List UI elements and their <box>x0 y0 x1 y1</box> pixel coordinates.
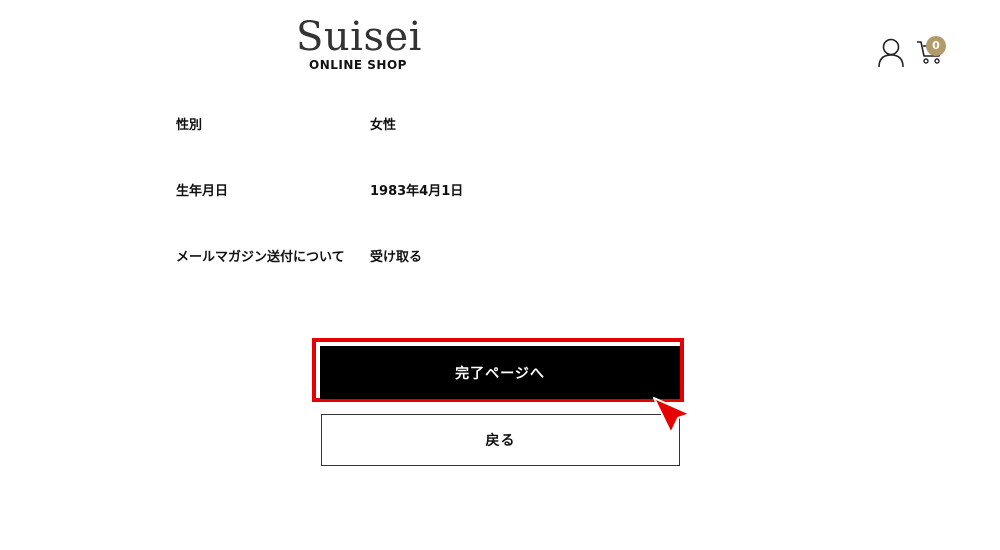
cart-count-badge: 0 <box>926 36 946 56</box>
user-icon[interactable] <box>878 38 904 68</box>
logo[interactable]: Suisei ONLINE SHOP <box>296 14 422 72</box>
logo-brand: Suisei <box>296 14 422 60</box>
row-value: 受け取る <box>370 250 423 265</box>
back-button[interactable]: 戻る <box>321 414 680 466</box>
complete-page-button[interactable]: 完了ページへ <box>320 346 680 399</box>
row-value: 1983年4月1日 <box>370 184 464 199</box>
logo-subtitle: ONLINE SHOP <box>309 58 407 72</box>
row-value: 女性 <box>370 118 397 133</box>
row-label: 生年月日 <box>176 184 229 199</box>
pointer-arrow-icon <box>652 396 694 436</box>
row-label: 性別 <box>176 118 203 133</box>
row-label: メールマガジン送付について <box>176 250 345 265</box>
